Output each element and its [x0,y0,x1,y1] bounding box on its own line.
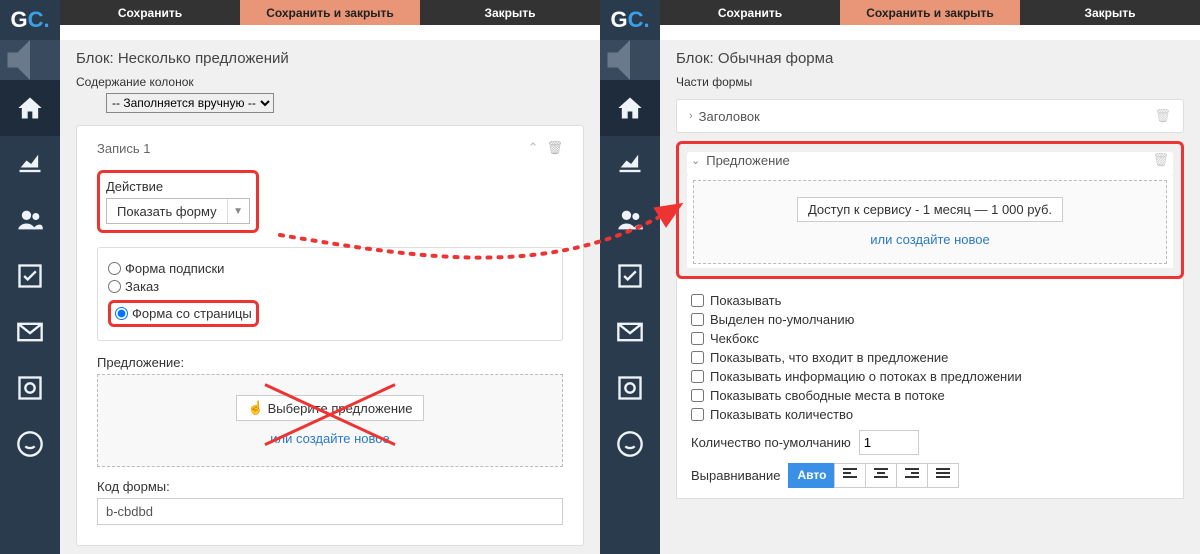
delete-section-icon[interactable]: 🗑 [1154,108,1171,124]
hand-icon: ☝ [247,400,263,416]
nav-users-icon[interactable] [0,192,60,248]
nav-users-icon[interactable] [600,192,660,248]
block-title: Блок: Обычная форма [676,50,1184,67]
offer-label: Предложение: [97,355,563,370]
align-left-button[interactable] [834,463,865,488]
align-label: Выравнивание [691,468,780,483]
nav-home-icon[interactable] [600,80,660,136]
nav-stats-icon[interactable] [600,136,660,192]
qty-default-label: Количество по-умолчанию [691,435,851,450]
align-auto-button[interactable]: Авто [788,463,834,488]
action-highlight: Действие Показать форму ▼ [97,170,259,233]
action-label: Действие [106,179,250,194]
block-title: Блок: Несколько предложений [76,50,584,67]
nav-safe-icon[interactable] [600,360,660,416]
delete-section-icon[interactable]: 🗑 [1152,152,1169,168]
nav-check-icon[interactable] [600,248,660,304]
cb-default-selected[interactable] [691,313,704,326]
nav-mail-icon[interactable] [0,304,60,360]
record-title: Запись 1 [97,141,151,156]
cb-show-streams[interactable] [691,370,704,383]
form-code-label: Код формы: [97,479,563,494]
create-new-link[interactable]: или создайте новое [270,431,389,446]
nav-mail-icon[interactable] [600,304,660,360]
chevron-right-icon: › [689,110,693,122]
sound-icon[interactable] [0,40,60,80]
cb-show-free-seats[interactable] [691,389,704,402]
cb-show[interactable] [691,294,704,307]
nav-chat-icon[interactable] [0,416,60,472]
offer-highlight: ⌄ Предложение 🗑 Доступ к сервису - 1 мес… [676,141,1184,279]
save-close-button[interactable]: Сохранить и закрыть [840,0,1020,25]
action-select[interactable]: Показать форму ▼ [106,198,250,224]
delete-record-icon[interactable]: 🗑 [546,140,563,156]
nav-check-icon[interactable] [0,248,60,304]
collapse-icon[interactable]: ⌃ [528,140,539,156]
columns-content-label: Содержание колонок [76,75,584,89]
selected-offer[interactable]: Доступ к сервису - 1 месяц — 1 000 руб. [797,197,1063,222]
radio-page-form[interactable] [115,307,128,320]
close-button[interactable]: Закрыть [420,0,600,25]
fill-mode-select[interactable]: -- Заполняется вручную -- [106,93,274,113]
nav-stats-icon[interactable] [0,136,60,192]
cb-show-contents[interactable] [691,351,704,364]
align-center-button[interactable] [865,463,896,488]
pick-offer-button[interactable]: ☝ Выберите предложение [236,395,423,421]
form-code-input[interactable] [97,498,563,525]
nav-safe-icon[interactable] [0,360,60,416]
cb-show-qty[interactable] [691,408,704,421]
form-parts-label: Части формы [676,75,1184,89]
close-button[interactable]: Закрыть [1020,0,1200,25]
align-right-button[interactable] [896,463,927,488]
save-button[interactable]: Сохранить [660,0,840,25]
align-justify-button[interactable] [927,463,959,488]
sound-icon[interactable] [600,40,660,80]
radio-order[interactable] [108,280,121,293]
cb-checkbox[interactable] [691,332,704,345]
chevron-down-icon: ▼ [227,199,249,223]
nav-home-icon[interactable] [0,80,60,136]
create-new-link[interactable]: или создайте новое [870,232,989,247]
radio-subscribe-form[interactable] [108,262,121,275]
chevron-down-icon: ⌄ [691,154,700,167]
save-button[interactable]: Сохранить [60,0,240,25]
section-offer-row[interactable]: ⌄ Предложение 🗑 [687,152,1173,176]
section-header-row[interactable]: › Заголовок 🗑 [676,99,1184,133]
nav-chat-icon[interactable] [600,416,660,472]
save-close-button[interactable]: Сохранить и закрыть [240,0,420,25]
qty-default-input[interactable] [859,430,919,455]
